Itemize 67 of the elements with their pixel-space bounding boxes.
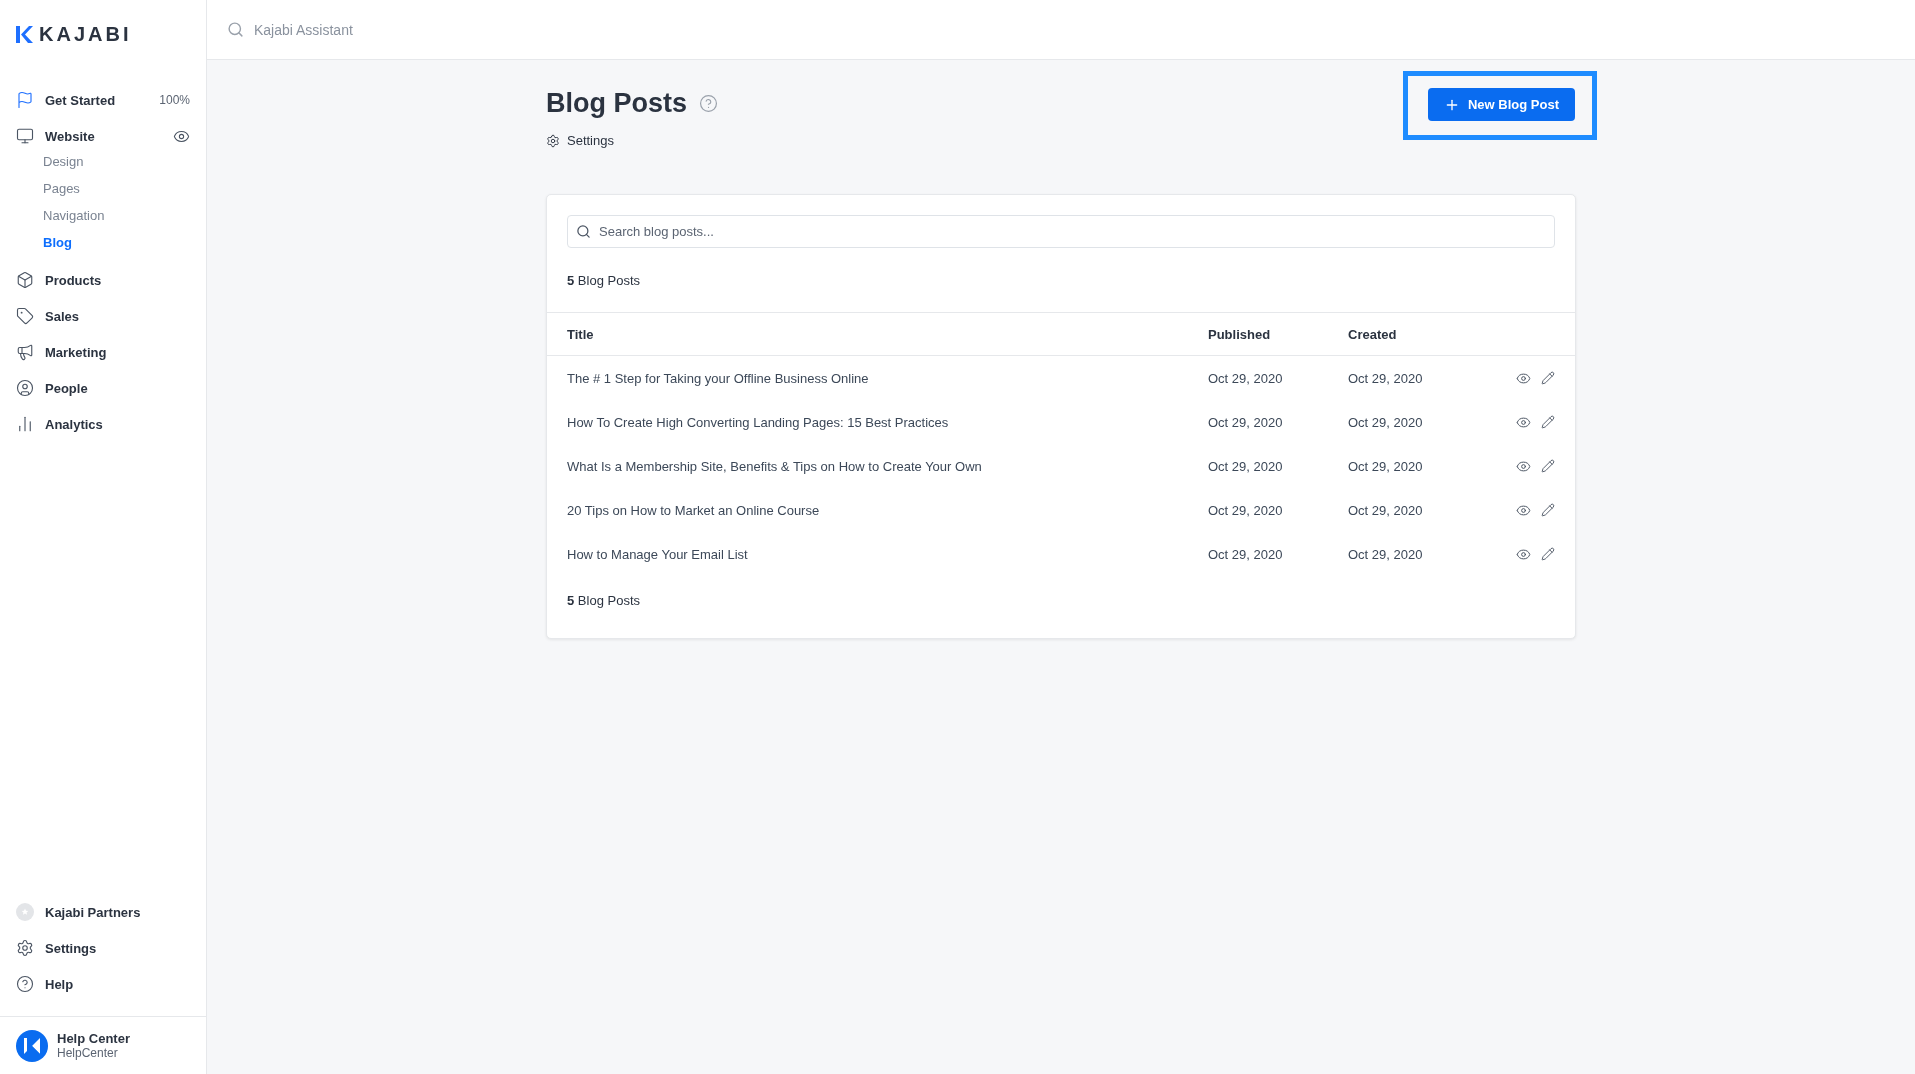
view-icon[interactable] xyxy=(1516,370,1531,386)
nav-item[interactable]: Products xyxy=(0,262,206,298)
search-blog-field[interactable]: Search blog posts... xyxy=(567,215,1555,248)
progress-percent: 100% xyxy=(159,93,190,107)
tag-icon xyxy=(16,307,34,325)
account-subtitle: HelpCenter xyxy=(57,1046,119,1060)
edit-icon[interactable] xyxy=(1541,502,1555,518)
flag-icon xyxy=(16,91,34,109)
new-blog-post-button[interactable]: New Blog Post xyxy=(1428,88,1575,121)
column-header: Created xyxy=(1348,326,1398,342)
page-title: Blog Posts xyxy=(546,88,687,119)
nav-subitem[interactable]: Pages xyxy=(0,175,206,202)
created-date: Oct 29, 2020 xyxy=(1348,414,1424,430)
nav-item[interactable]: People xyxy=(0,370,206,406)
post-title: The # 1 Step for Taking your Offline Business Online xyxy=(567,370,870,386)
nav-item[interactable]: Help xyxy=(0,966,206,1002)
search-icon xyxy=(576,224,591,239)
nav-item[interactable]: Get Started 100% xyxy=(0,82,206,118)
logo-text: KAJABI xyxy=(39,22,132,46)
help-icon xyxy=(16,975,34,993)
post-count: 5 Blog Posts xyxy=(566,271,641,290)
nav-item[interactable]: Kajabi Partners xyxy=(0,894,206,930)
view-icon[interactable] xyxy=(1516,458,1531,474)
view-icon[interactable] xyxy=(1516,414,1531,430)
megaphone-icon xyxy=(16,343,34,361)
partner-avatar-icon xyxy=(16,903,34,921)
edit-icon[interactable] xyxy=(1541,370,1555,386)
edit-icon[interactable] xyxy=(1541,546,1555,562)
search-icon xyxy=(227,21,244,38)
nav-subitem[interactable]: Navigation xyxy=(0,202,206,229)
post-title: What Is a Membership Site, Benefits & Tips on How to Create Your Own xyxy=(567,458,983,474)
post-count: 5 Blog Posts xyxy=(566,591,641,610)
monitor-icon xyxy=(16,127,34,145)
account-avatar-icon xyxy=(16,1029,48,1062)
settings-label: Settings xyxy=(567,133,614,148)
help-icon[interactable] xyxy=(699,94,718,113)
logo-icon xyxy=(16,25,33,43)
user-circle-icon xyxy=(16,379,34,397)
published-date: Oct 29, 2020 xyxy=(1208,502,1284,518)
nav-item[interactable]: Settings xyxy=(0,930,206,966)
edit-icon[interactable] xyxy=(1541,458,1555,474)
created-date: Oct 29, 2020 xyxy=(1348,370,1424,386)
nav-subitem[interactable]: Blog xyxy=(0,229,206,256)
settings-link[interactable]: Settings xyxy=(546,133,718,148)
created-date: Oct 29, 2020 xyxy=(1348,502,1424,518)
nav-item[interactable]: Analytics xyxy=(0,406,206,442)
account-name: Help Center xyxy=(57,1031,130,1046)
column-header: Title xyxy=(567,326,595,342)
edit-icon[interactable] xyxy=(1541,414,1555,430)
published-date: Oct 29, 2020 xyxy=(1208,414,1284,430)
view-icon[interactable] xyxy=(1516,546,1531,562)
post-title: How to Manage Your Email List xyxy=(567,546,749,562)
view-icon[interactable] xyxy=(1516,502,1531,518)
nav-item[interactable]: Marketing xyxy=(0,334,206,370)
created-date: Oct 29, 2020 xyxy=(1348,546,1424,562)
post-title: 20 Tips on How to Market an Online Course xyxy=(567,502,821,518)
bar-chart-icon xyxy=(16,415,34,433)
column-header: Published xyxy=(1208,326,1272,342)
settings-icon xyxy=(546,133,560,148)
published-date: Oct 29, 2020 xyxy=(1208,546,1284,562)
box-icon xyxy=(16,271,34,289)
nav-item[interactable]: Sales xyxy=(0,298,206,334)
settings-icon xyxy=(16,939,34,957)
published-date: Oct 29, 2020 xyxy=(1208,458,1284,474)
post-title: How To Create High Converting Landing Pages: 15 Best Practices xyxy=(567,414,950,430)
published-date: Oct 29, 2020 xyxy=(1208,370,1284,386)
created-date: Oct 29, 2020 xyxy=(1348,458,1424,474)
